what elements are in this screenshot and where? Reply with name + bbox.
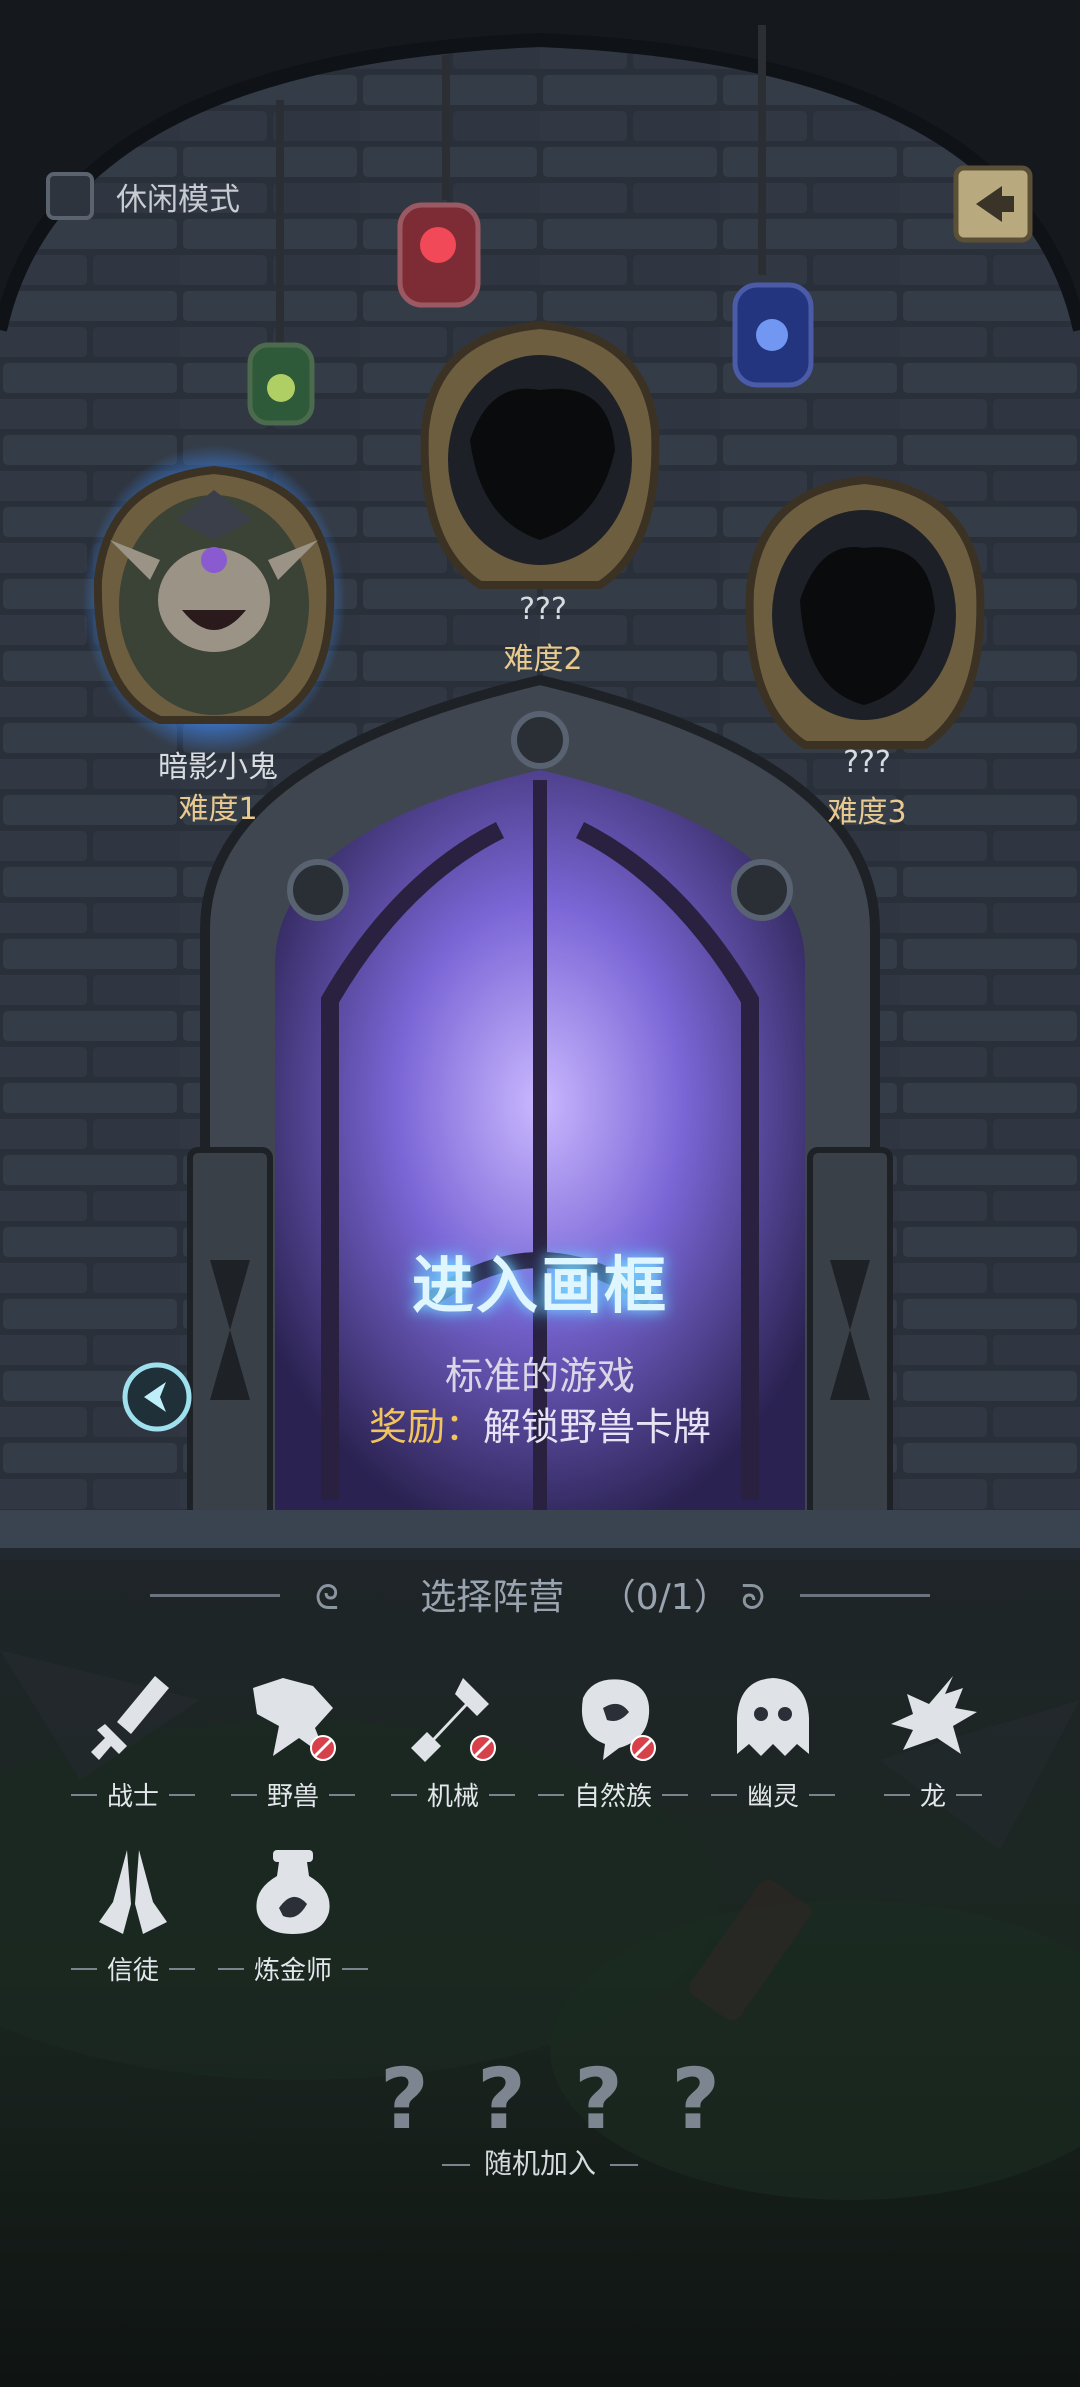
faction-believer-label: 信徒 (106, 1956, 159, 1986)
random-mark-3: ? (574, 2050, 623, 2148)
faction-nature-label: 自然族 (573, 1782, 652, 1812)
portrait-1-name: 暗影小鬼 (158, 750, 278, 785)
dragon-icon (891, 1676, 977, 1754)
faction-nature[interactable]: 自然族 (533, 1668, 693, 1813)
portrait-2-difficulty: 难度2 (503, 642, 583, 677)
portrait-3-difficulty: 难度3 (827, 795, 907, 830)
portrait-frame-1[interactable] (82, 445, 346, 755)
mode-description: 标准的游戏 (444, 1354, 635, 1398)
faction-beast-label: 野兽 (266, 1782, 319, 1812)
portrait-frame-3[interactable] (745, 475, 985, 749)
back-button[interactable] (952, 164, 1034, 244)
casual-mode-label: 休闲模式 (116, 181, 240, 218)
ghost-icon (737, 1678, 809, 1756)
faction-ghost-label: 幽灵 (746, 1782, 799, 1812)
faction-warrior[interactable]: 战士 (53, 1668, 213, 1813)
random-mark-4: ? (671, 2050, 720, 2148)
nature-icon (581, 1679, 656, 1761)
random-mark-1: ? (380, 2050, 429, 2148)
portrait-2-name: ??? (519, 592, 567, 627)
faction-believer[interactable]: 信徒 (53, 1842, 213, 1987)
reward-value: 解锁野兽卡牌 (483, 1405, 712, 1449)
reward-key: 奖励： (368, 1405, 483, 1449)
random-join-text: 随机加入 (428, 2147, 652, 2180)
random-join-marks[interactable]: ? ? ? ? (380, 2050, 720, 2148)
portrait-3-name: ??? (843, 745, 891, 780)
faction-header: ᘓ 选择阵营 （0/1） ᘐ (0, 1568, 1080, 1620)
random-mark-2: ? (477, 2050, 526, 2148)
dungeon-background (0, 0, 1080, 2387)
faction-alchemist[interactable]: 炼金师 (213, 1842, 373, 1987)
swirl-left-icon: ᘓ (314, 1578, 339, 1618)
mech-icon (411, 1678, 496, 1762)
previous-mode-button[interactable] (120, 1360, 194, 1434)
random-join-label[interactable]: 随机加入 (0, 2142, 1080, 2182)
faction-mech-label: 机械 (426, 1782, 479, 1812)
enter-frame-title[interactable]: 进入画框 (390, 1235, 690, 1325)
faction-beast[interactable]: 野兽 (213, 1668, 373, 1813)
reward-text: 奖励：解锁野兽卡牌 (300, 1396, 780, 1451)
faction-dragon-label: 龙 (919, 1782, 946, 1812)
warrior-icon (91, 1676, 169, 1760)
casual-mode-toggle[interactable]: 休闲模式 (46, 172, 240, 220)
alchemist-icon (256, 1850, 330, 1934)
casual-mode-checkbox[interactable] (46, 172, 94, 220)
faction-count: （0/1） (599, 1577, 730, 1618)
faction-ghost[interactable]: 幽灵 (693, 1668, 853, 1813)
portrait-frame-2[interactable] (420, 320, 660, 589)
chevron-left-icon (122, 1362, 192, 1432)
beast-icon (253, 1678, 336, 1761)
portrait-1-difficulty: 难度1 (178, 792, 258, 827)
faction-warrior-label: 战士 (106, 1782, 159, 1812)
faction-dragon[interactable]: 龙 (853, 1668, 1013, 1813)
back-arrow-icon (953, 165, 1033, 243)
faction-header-title: 选择阵营 (420, 1577, 565, 1618)
swirl-right-icon: ᘐ (741, 1578, 766, 1618)
believer-icon (99, 1850, 167, 1934)
faction-mech[interactable]: 机械 (373, 1668, 533, 1813)
faction-alchemist-label: 炼金师 (253, 1956, 332, 1986)
